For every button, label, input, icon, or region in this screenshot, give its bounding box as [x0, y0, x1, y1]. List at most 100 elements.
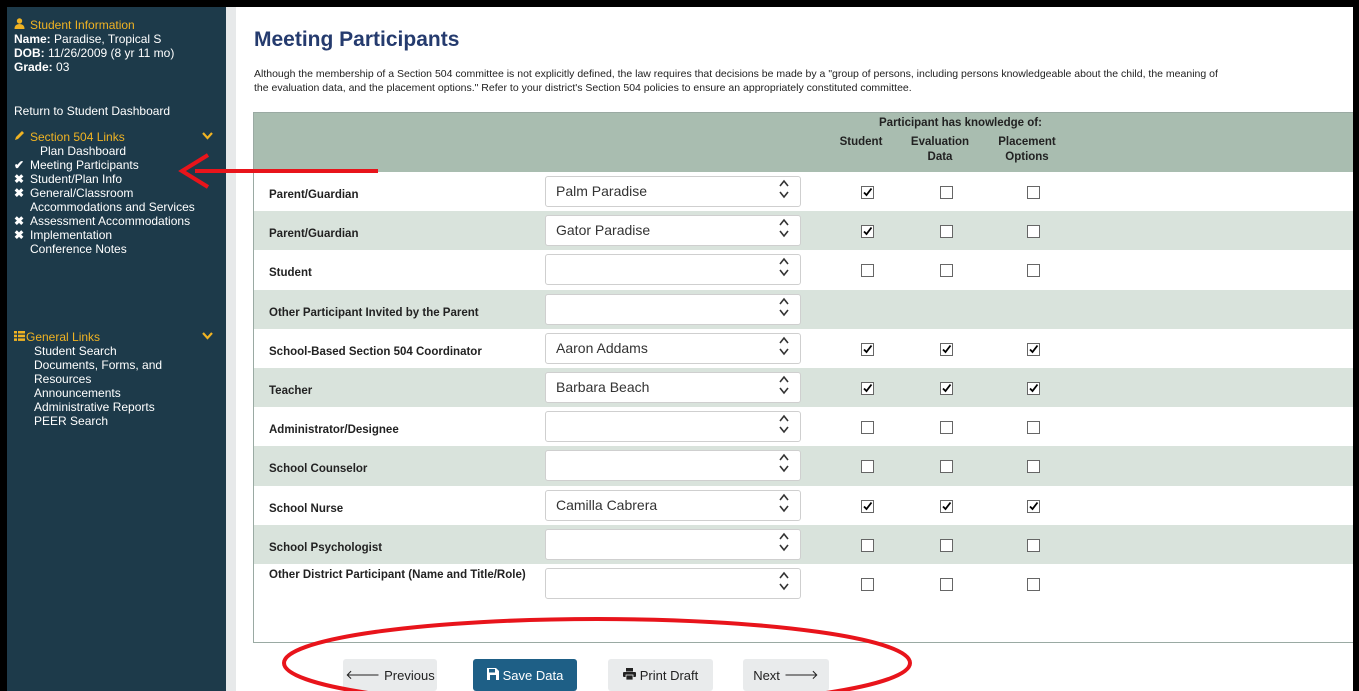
general-links-header[interactable]: General Links — [14, 330, 226, 344]
chevron-down-icon — [202, 130, 213, 144]
knows-placement-checkbox[interactable] — [1027, 381, 1040, 395]
knows-placement-checkbox[interactable] — [1027, 225, 1040, 239]
knows-placement-checkbox[interactable] — [1027, 538, 1040, 552]
sidebar-gutter — [226, 7, 236, 691]
table-row: Teacher Barbara Beach — [254, 367, 1353, 408]
participant-role-label: Teacher — [269, 384, 313, 397]
nav-general-classroom[interactable]: ✖ General/Classroom — [14, 186, 226, 200]
select-spinner-icon[interactable] — [777, 335, 791, 362]
select-spinner-icon[interactable] — [777, 531, 791, 558]
select-spinner-icon[interactable] — [777, 452, 791, 479]
nav-assessment-accommodations[interactable]: ✖ Assessment Accommodations — [14, 214, 226, 228]
select-spinner-icon[interactable] — [777, 178, 791, 205]
participant-name-select[interactable]: Barbara Beach — [545, 371, 801, 403]
participant-name-select[interactable] — [545, 293, 801, 325]
table-row: Student — [254, 250, 1353, 290]
x-icon: ✖ — [14, 214, 25, 228]
select-spinner-icon[interactable] — [777, 374, 791, 401]
knows-placement-checkbox[interactable] — [1027, 460, 1040, 474]
general-link-announcements[interactable]: Announcements — [34, 386, 226, 400]
knows-evaluation-checkbox[interactable] — [940, 421, 953, 435]
nav-student-plan-info[interactable]: ✖ Student/Plan Info — [14, 172, 226, 186]
arrow-right-icon: 🡒 — [783, 667, 819, 682]
sidebar: Student Information Name: Paradise, Trop… — [7, 7, 226, 691]
nav-conference-notes[interactable]: Conference Notes — [14, 242, 226, 256]
general-link-peer-search[interactable]: PEER Search — [34, 414, 226, 428]
table-row: Parent/Guardian Palm Paradise — [254, 172, 1353, 212]
select-spinner-icon[interactable] — [777, 217, 791, 244]
return-to-dashboard-link[interactable]: Return to Student Dashboard — [14, 104, 170, 118]
knows-student-checkbox[interactable] — [861, 381, 874, 395]
knows-placement-checkbox[interactable] — [1027, 342, 1040, 356]
knows-student-checkbox[interactable] — [861, 538, 874, 552]
participant-name-select[interactable]: Camilla Cabrera — [545, 489, 801, 521]
participant-role-label: School Counselor — [269, 463, 368, 476]
student-name: Name: Paradise, Tropical S — [14, 32, 162, 46]
printer-icon — [622, 667, 636, 683]
participant-role-label: Other District Participant (Name and Tit… — [269, 568, 526, 581]
select-spinner-icon[interactable] — [777, 256, 791, 283]
knows-evaluation-checkbox[interactable] — [940, 342, 953, 356]
participant-name-select[interactable] — [545, 567, 801, 599]
participant-name-select[interactable]: Gator Paradise — [545, 215, 801, 247]
knows-placement-checkbox[interactable] — [1027, 421, 1040, 435]
previous-button[interactable]: 🡐 Previous — [343, 659, 437, 691]
knows-evaluation-checkbox[interactable] — [940, 186, 953, 199]
x-icon: ✖ — [14, 172, 25, 186]
participant-name-select[interactable] — [545, 450, 801, 482]
knows-placement-checkbox[interactable] — [1027, 499, 1040, 513]
knows-student-checkbox[interactable] — [861, 577, 874, 591]
chevron-down-icon — [202, 330, 213, 344]
print-draft-button[interactable]: Print Draft — [608, 659, 713, 691]
knows-evaluation-checkbox[interactable] — [940, 460, 953, 474]
general-link-resources[interactable]: Resources — [34, 372, 226, 386]
participant-name-select[interactable]: Aaron Addams — [545, 332, 801, 364]
select-spinner-icon[interactable] — [777, 492, 791, 519]
participant-name-select[interactable] — [545, 411, 801, 443]
participant-name-select[interactable]: Palm Paradise — [545, 176, 801, 207]
save-data-button[interactable]: Save Data — [473, 659, 577, 691]
general-link-documents[interactable]: Documents, Forms, and — [34, 358, 226, 372]
participant-name-select[interactable] — [545, 254, 801, 286]
nav-implementation[interactable]: ✖ Implementation — [14, 228, 226, 242]
knows-placement-checkbox[interactable] — [1027, 264, 1040, 278]
knows-placement-checkbox[interactable] — [1027, 577, 1040, 591]
main-content: Meeting Participants Although the member… — [236, 7, 1353, 691]
next-button[interactable]: Next 🡒 — [743, 659, 829, 691]
knows-placement-checkbox[interactable] — [1027, 186, 1040, 199]
knows-student-checkbox[interactable] — [861, 421, 874, 435]
participant-role-label: School Psychologist — [269, 541, 383, 554]
knows-evaluation-checkbox[interactable] — [940, 381, 953, 395]
nav-meeting-participants[interactable]: ✔ Meeting Participants — [14, 158, 226, 172]
knows-student-checkbox[interactable] — [861, 186, 874, 199]
select-spinner-icon[interactable] — [777, 570, 791, 597]
participant-role-label: Parent/Guardian — [269, 228, 359, 241]
student-grade: Grade: 03 — [14, 60, 70, 74]
knows-student-checkbox[interactable] — [861, 460, 874, 474]
participant-name-select[interactable] — [545, 528, 801, 560]
general-link-student-search[interactable]: Student Search — [34, 344, 226, 358]
select-spinner-icon[interactable] — [777, 413, 791, 440]
floppy-disk-icon — [486, 667, 499, 683]
general-link-admin-reports[interactable]: Administrative Reports — [34, 400, 226, 414]
section504-links-header[interactable]: Section 504 Links — [14, 130, 226, 144]
select-spinner-icon[interactable] — [777, 296, 791, 323]
knows-evaluation-checkbox[interactable] — [940, 538, 953, 552]
knows-evaluation-checkbox[interactable] — [940, 499, 953, 513]
plan-dashboard-link[interactable]: Plan Dashboard — [14, 144, 226, 158]
knows-student-checkbox[interactable] — [861, 342, 874, 356]
pencil-icon — [14, 130, 30, 144]
list-icon — [14, 330, 26, 344]
knows-evaluation-checkbox[interactable] — [940, 225, 953, 239]
table-row: School Counselor — [254, 446, 1353, 486]
knows-student-checkbox[interactable] — [861, 264, 874, 278]
knows-evaluation-checkbox[interactable] — [940, 264, 953, 278]
knows-student-checkbox[interactable] — [861, 225, 874, 239]
table-row: Administrator/Designee — [254, 407, 1353, 447]
nav-accommodations-services[interactable]: Accommodations and Services — [14, 200, 226, 214]
table-row: School Psychologist — [254, 524, 1353, 564]
knows-evaluation-checkbox[interactable] — [940, 577, 953, 591]
table-body: Parent/Guardian Palm Paradise Parent/Guard… — [254, 172, 1353, 604]
knows-student-checkbox[interactable] — [861, 499, 874, 513]
intro-text: Although the membership of a Section 504… — [254, 68, 1218, 94]
